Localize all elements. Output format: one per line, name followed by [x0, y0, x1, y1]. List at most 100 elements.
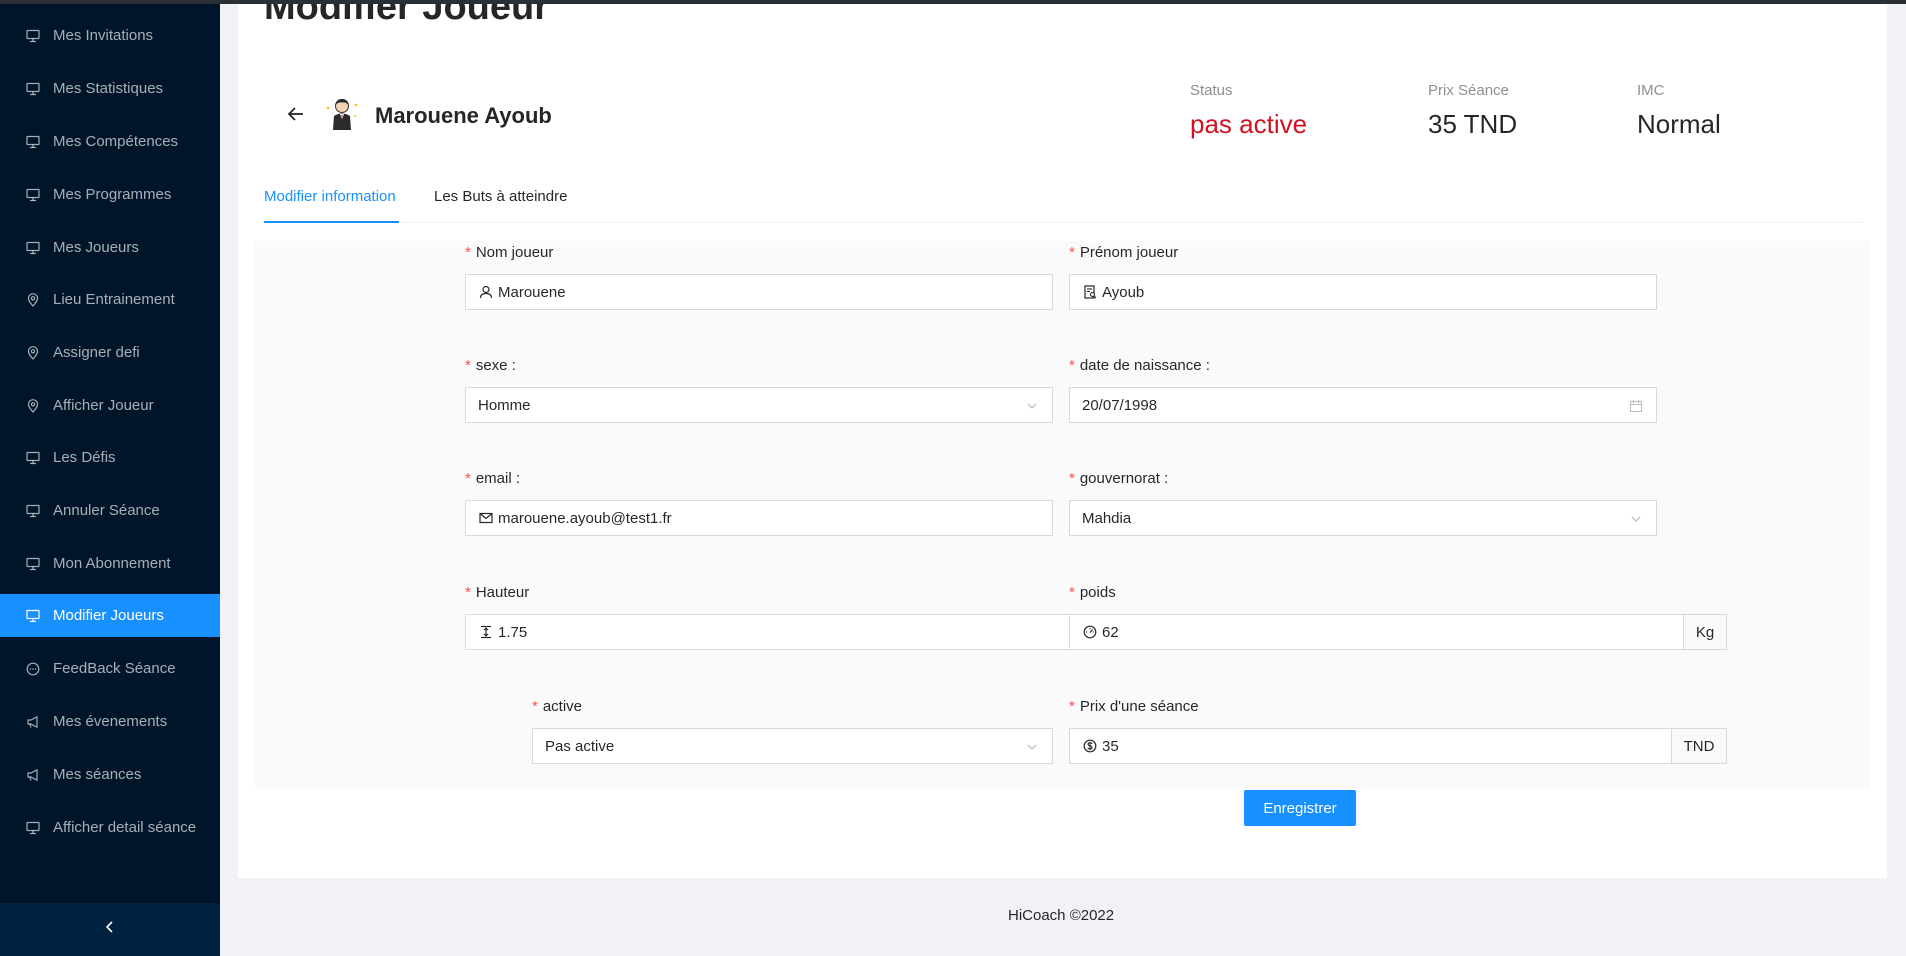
sidebar-item-label: Mes Joueurs: [53, 239, 139, 256]
prix-label: * Prix d'une séance: [1069, 698, 1199, 715]
desktop-icon: [25, 450, 41, 466]
stat-value: Normal: [1637, 109, 1721, 139]
naissance-value: 20/07/1998: [1082, 396, 1158, 414]
sexe-value: Homme: [478, 396, 531, 414]
prix-input[interactable]: 35: [1069, 728, 1672, 764]
sexe-label: * sexe :: [465, 357, 516, 374]
location-icon: [25, 345, 41, 361]
nom-input[interactable]: Marouene: [465, 274, 1053, 310]
chevron-left-icon: [104, 920, 116, 939]
tab-modifier-information[interactable]: Modifier information: [264, 188, 396, 205]
gouvernorat-select[interactable]: Mahdia: [1069, 500, 1657, 536]
sidebar-item-label: Mes évenements: [53, 713, 168, 730]
sidebar-item-modifier-joueurs[interactable]: Modifier Joueurs: [0, 594, 220, 637]
stat-label: Prix Séance: [1428, 82, 1509, 99]
column-height-icon: [478, 624, 494, 640]
sidebar-item-afficher-detail-seance[interactable]: Afficher detail séance: [0, 806, 220, 849]
notification-icon: [25, 767, 41, 783]
content-card: Modifier Joueur Marouene Ayoub Status pa…: [238, 0, 1887, 878]
desktop-icon: [25, 608, 41, 624]
hauteur-value: 1.75: [498, 623, 528, 641]
stat-value: 35 TND: [1428, 109, 1518, 139]
sidebar-item-label: Annuler Séance: [53, 502, 160, 519]
sidebar-item-label: Lieu Entrainement: [53, 291, 175, 308]
location-icon: [25, 292, 41, 308]
poids-input[interactable]: 62: [1069, 614, 1684, 650]
sidebar-item-label: Modifier Joueurs: [53, 607, 164, 624]
sidebar-item-annuler-seance[interactable]: Annuler Séance: [0, 489, 220, 532]
sidebar-item-mes-seances[interactable]: Mes séances: [0, 753, 220, 796]
arrow-left-icon[interactable]: [286, 104, 306, 124]
sidebar-item-assigner-defi[interactable]: Assigner defi: [0, 331, 220, 374]
chevron-down-icon: [1024, 398, 1040, 414]
page-title: Modifier Joueur: [264, 0, 550, 28]
form-area: * Nom joueur Marouene * Prénom joueur Ayou…: [255, 241, 1870, 789]
sidebar-item-label: Mes Programmes: [53, 186, 172, 203]
hauteur-input[interactable]: 1.75: [465, 614, 1070, 650]
user-icon: [478, 284, 494, 300]
desktop-icon: [25, 556, 41, 572]
tab-les-buts[interactable]: Les Buts à atteindre: [434, 188, 567, 205]
save-button[interactable]: Enregistrer: [1244, 790, 1356, 826]
stat-label: IMC: [1637, 82, 1665, 99]
stat-prix-seance: Prix Séance 35 TND: [1428, 82, 1517, 140]
stat-status: Status pas active: [1190, 82, 1307, 140]
email-label: * email :: [465, 470, 521, 487]
prix-unit-addon: TND: [1671, 728, 1727, 764]
sidebar-item-mes-evenements[interactable]: Mes évenements: [0, 700, 220, 743]
sidebar-item-mes-programmes[interactable]: Mes Programmes: [0, 173, 220, 216]
desktop-icon: [25, 134, 41, 150]
desktop-icon: [25, 820, 41, 836]
footer-text: HiCoach ©2022: [1008, 907, 1115, 924]
gouvernorat-value: Mahdia: [1082, 509, 1132, 527]
nom-value: Marouene: [498, 283, 566, 301]
sidebar-item-label: Afficher Joueur: [53, 397, 154, 414]
prenom-label: * Prénom joueur: [1069, 244, 1179, 261]
poids-label: * poids: [1069, 584, 1116, 601]
message-icon: [25, 661, 41, 677]
tab-ink-bar: [264, 221, 399, 223]
calendar-icon: [1628, 398, 1644, 414]
tabs-bar: Modifier information Les Buts à atteindr…: [264, 180, 1862, 223]
stat-imc: IMC Normal: [1637, 82, 1721, 140]
sidebar-item-mes-joueurs[interactable]: Mes Joueurs: [0, 226, 220, 269]
sidebar-item-mes-competences[interactable]: Mes Compétences: [0, 120, 220, 163]
sidebar-collapse-button[interactable]: [0, 903, 220, 956]
sidebar-item-lieu-entrainement[interactable]: Lieu Entrainement: [0, 278, 220, 321]
dollar-icon: [1082, 738, 1098, 754]
sexe-select[interactable]: Homme: [465, 387, 1053, 423]
sidebar-item-mes-statistiques[interactable]: Mes Statistiques: [0, 67, 220, 110]
mail-icon: [478, 510, 494, 526]
location-icon: [25, 398, 41, 414]
desktop-icon: [25, 28, 41, 44]
avatar: [324, 96, 360, 132]
chevron-down-icon: [1628, 511, 1644, 527]
sidebar-item-mes-invitations[interactable]: Mes Invitations: [0, 14, 220, 57]
sidebar-item-label: Mes Compétences: [53, 133, 179, 150]
date-picker[interactable]: 20/07/1998: [1069, 387, 1657, 423]
prenom-input[interactable]: Ayoub: [1069, 274, 1657, 310]
email-field[interactable]: marouene.ayoub@test1.fr: [465, 500, 1053, 536]
stat-label: Status: [1190, 82, 1233, 99]
dashboard-icon: [1082, 624, 1098, 640]
active-value: Pas active: [545, 737, 615, 755]
sidebar-item-label: Afficher detail séance: [53, 819, 197, 836]
top-strip: [0, 0, 1906, 4]
desktop-icon: [25, 81, 41, 97]
active-select[interactable]: Pas active: [532, 728, 1053, 764]
active-label: * active: [532, 698, 583, 715]
sidebar-item-afficher-joueur[interactable]: Afficher Joueur: [0, 384, 220, 427]
sidebar: Mes Invitations Mes Statistiques Mes Com…: [0, 0, 220, 956]
gouvernorat-label: * gouvernorat :: [1069, 470, 1169, 487]
sidebar-item-label: Mes Statistiques: [53, 80, 164, 97]
prix-value: 35: [1102, 737, 1119, 755]
sidebar-item-label: Mes Invitations: [53, 27, 154, 44]
notification-icon: [25, 714, 41, 730]
hauteur-label: * Hauteur: [465, 584, 530, 601]
sidebar-item-feedback-seance[interactable]: FeedBack Séance: [0, 647, 220, 690]
sidebar-item-label: Assigner defi: [53, 344, 140, 361]
desktop-icon: [25, 240, 41, 256]
sidebar-item-les-defis[interactable]: Les Défis: [0, 436, 220, 479]
player-name: Marouene Ayoub: [375, 103, 552, 128]
sidebar-item-mon-abonnement[interactable]: Mon Abonnement: [0, 542, 220, 585]
